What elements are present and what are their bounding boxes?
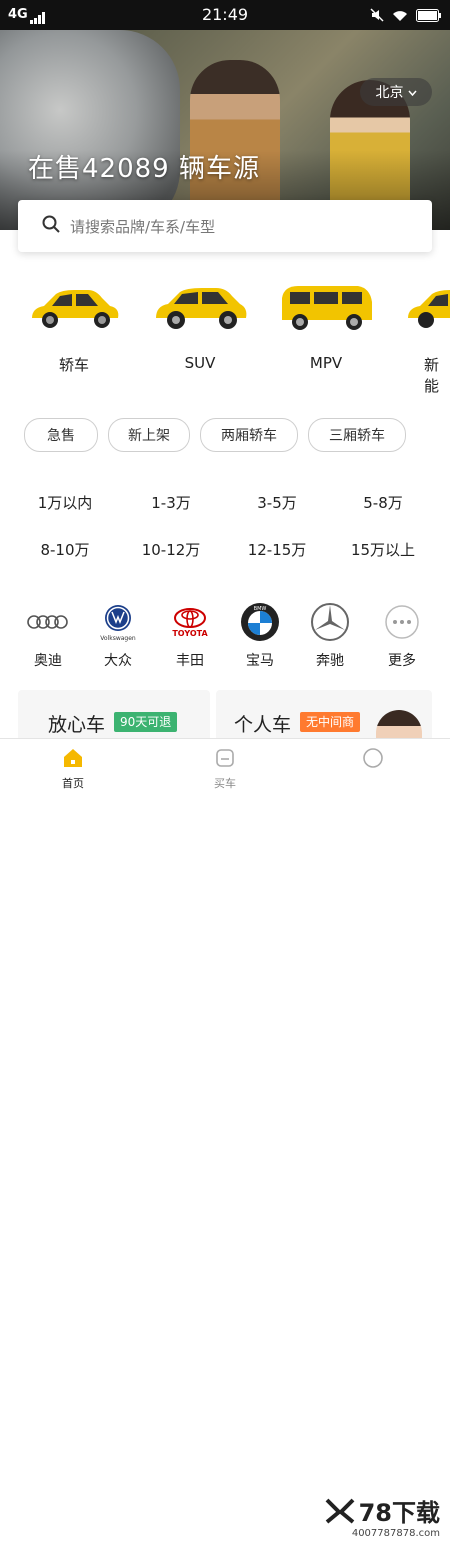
brand-bmw[interactable]: BMW 宝马 — [230, 600, 290, 670]
price-filter[interactable]: 10-12万 — [121, 539, 221, 560]
brand-label: 大众 — [104, 653, 132, 669]
watermark-url: 4007787878.com — [351, 1528, 440, 1539]
tab-label: 买车 — [214, 777, 236, 790]
search-icon — [42, 215, 60, 237]
brand-label: 奥迪 — [34, 653, 62, 669]
volkswagen-logo: Volkswagen — [96, 600, 140, 644]
wifi-icon — [392, 7, 408, 26]
status-bar: 4G 21:49 — [0, 0, 450, 30]
city-selector[interactable]: 北京 — [360, 78, 432, 106]
watermark-logo-icon — [325, 1498, 355, 1524]
volkswagen-logo-text: Volkswagen — [100, 634, 136, 642]
brand-toyota[interactable]: TOYOTA 丰田 — [160, 600, 220, 670]
mercedes-logo — [308, 600, 352, 644]
car-type-new-energy[interactable]: 新能 — [402, 280, 450, 396]
brand-label: 丰田 — [176, 653, 204, 669]
tab-home[interactable]: 首页 — [28, 747, 118, 791]
card-title: 个人车 — [234, 714, 292, 736]
watermark: 78下载 4007787878.com — [320, 1491, 444, 1541]
car-type-label: MPV — [309, 354, 343, 372]
card-badge: 90天可退 — [114, 712, 178, 732]
brand-volkswagen[interactable]: Volkswagen 大众 — [88, 600, 148, 670]
tab-label: 首页 — [62, 777, 84, 790]
search-input[interactable]: 请搜索品牌/车系/车型 — [18, 200, 432, 252]
tab-buy-car[interactable]: 买车 — [180, 747, 270, 791]
car-type-label: 新能 — [424, 356, 440, 395]
brand-more[interactable]: 更多 — [372, 600, 432, 670]
car-type-label: SUV — [184, 354, 216, 372]
tab-bar: 首页 买车 78下载 4007787878.com — [0, 738, 450, 1541]
price-filter[interactable]: 15万以上 — [333, 539, 433, 560]
car-type-label: 轿车 — [58, 356, 89, 374]
card-title: 放心车 — [48, 714, 106, 736]
tag-hatchback[interactable]: 两厢轿车 — [200, 418, 298, 452]
tag-urgent-sale[interactable]: 急售 — [24, 418, 98, 452]
price-filter[interactable]: 3-5万 — [227, 492, 327, 513]
city-label: 北京 — [375, 85, 404, 101]
brand-label: 更多 — [388, 653, 416, 669]
price-filter[interactable]: 8-10万 — [15, 539, 115, 560]
brand-label: 奔驰 — [316, 653, 344, 669]
sedan-icon — [32, 290, 119, 328]
price-filter[interactable]: 1-3万 — [121, 492, 221, 513]
audi-logo — [26, 600, 70, 644]
buy-car-icon — [216, 749, 234, 767]
tag-sedan-three-box[interactable]: 三厢轿车 — [308, 418, 406, 452]
toyota-logo: TOYOTA — [168, 600, 212, 644]
tag-new-arrival[interactable]: 新上架 — [108, 418, 190, 452]
battery-icon — [416, 7, 442, 26]
new-energy-car-icon — [408, 290, 450, 328]
suv-icon — [156, 288, 247, 329]
price-filter[interactable]: 1万以内 — [15, 492, 115, 513]
brand-label: 宝马 — [246, 653, 274, 669]
card-badge: 无中间商 — [300, 712, 361, 732]
home-icon — [64, 749, 82, 767]
toyota-logo-text: TOYOTA — [172, 628, 208, 638]
mute-icon — [370, 7, 384, 26]
watermark-brand: 78下载 — [358, 1499, 440, 1527]
mpv-icon — [282, 286, 372, 330]
car-type-sedan[interactable]: 轿车 — [24, 280, 124, 375]
bmw-logo: BMW — [238, 600, 282, 644]
brand-mercedes[interactable]: 奔驰 — [300, 600, 360, 670]
car-type-mpv[interactable]: MPV — [276, 280, 376, 372]
hero-title: 在售42089 辆车源 — [28, 154, 260, 184]
message-icon — [363, 748, 383, 768]
brand-audi[interactable]: 奥迪 — [18, 600, 78, 670]
more-icon — [380, 600, 424, 644]
chevron-down-icon — [407, 84, 417, 100]
search-placeholder: 请搜索品牌/车系/车型 — [70, 217, 216, 236]
car-type-suv[interactable]: SUV — [150, 280, 250, 372]
tab-messages[interactable] — [328, 747, 418, 775]
price-filter[interactable]: 12-15万 — [227, 539, 327, 560]
price-filter[interactable]: 5-8万 — [333, 492, 433, 513]
